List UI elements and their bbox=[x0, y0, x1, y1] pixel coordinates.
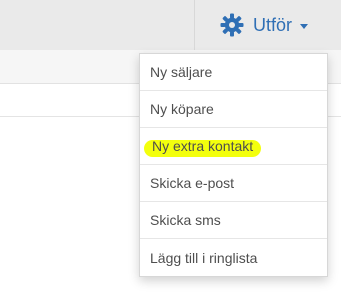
menu-item-label: Ny säljare bbox=[150, 64, 213, 80]
actions-menu-button[interactable]: Utför bbox=[212, 0, 332, 50]
gear-icon bbox=[219, 12, 245, 38]
top-toolbar: Utför bbox=[0, 0, 341, 51]
menu-item-ny-extra-kontakt[interactable]: Ny extra kontakt bbox=[140, 128, 327, 165]
menu-item-label: Skicka e-post bbox=[150, 175, 235, 191]
toolbar-divider bbox=[194, 0, 195, 50]
menu-item-skicka-e-post[interactable]: Skicka e-post bbox=[140, 165, 327, 202]
menu-item-ny-saljare[interactable]: Ny säljare bbox=[140, 54, 327, 91]
menu-item-label: Ny extra kontakt bbox=[152, 138, 254, 154]
caret-down-icon bbox=[300, 23, 309, 29]
menu-item-ny-kopare[interactable]: Ny köpare bbox=[140, 91, 327, 128]
actions-dropdown-menu: Ny säljare Ny köpare Ny extra kontakt Sk… bbox=[139, 53, 328, 277]
actions-menu-label: Utför bbox=[253, 14, 293, 35]
menu-item-skicka-sms[interactable]: Skicka sms bbox=[140, 202, 327, 239]
menu-item-lagg-till-i-ringlista[interactable]: Lägg till i ringlista bbox=[140, 239, 327, 276]
menu-item-label: Ny köpare bbox=[150, 101, 214, 117]
menu-item-label: Skicka sms bbox=[150, 212, 221, 228]
menu-item-label: Lägg till i ringlista bbox=[150, 249, 258, 266]
highlight-mark: Ny extra kontakt bbox=[143, 138, 262, 157]
